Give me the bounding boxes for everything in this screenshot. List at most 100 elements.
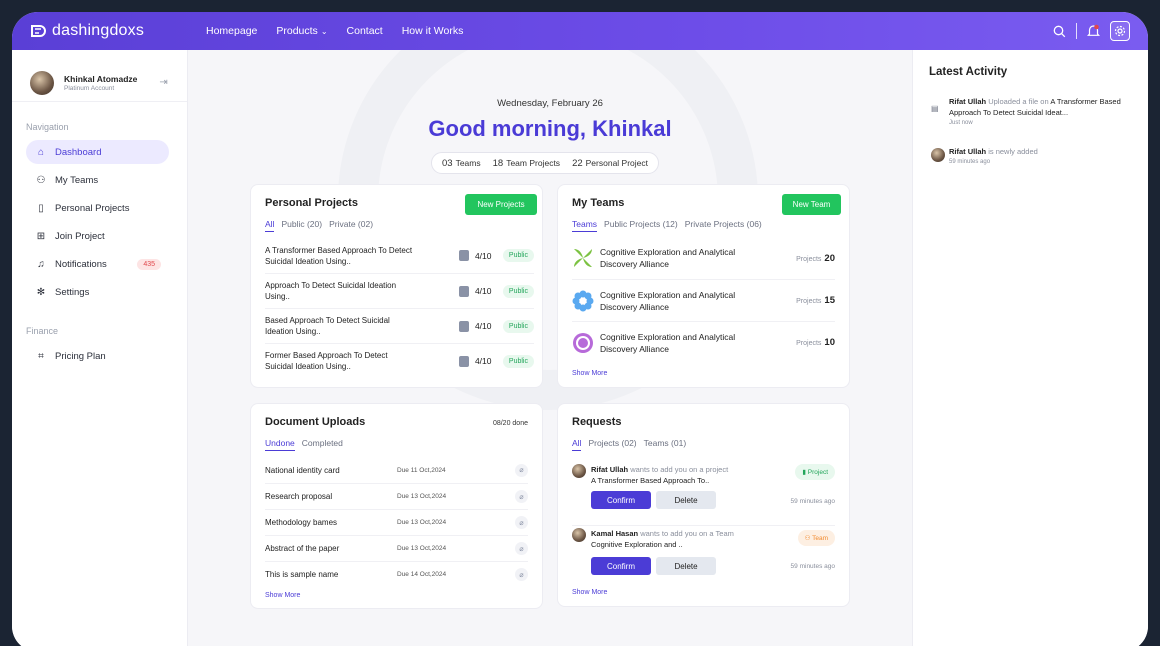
team-projects: Projects 15 — [796, 295, 835, 306]
tab-teams[interactable]: Teams (01) — [644, 438, 687, 451]
app-window: dashingdoxs Homepage Products ⌄ Contact H… — [12, 12, 1148, 646]
activity-item[interactable]: Rifat Ullah is newly added 59 minutes ago — [931, 146, 1134, 168]
avatar — [572, 464, 586, 478]
avatar — [931, 148, 945, 162]
panel-title: Latest Activity — [929, 66, 1008, 78]
card-title: Document Uploads — [265, 416, 366, 428]
sidebar-item-label: Settings — [55, 286, 90, 298]
requests-card: Requests All Projects (02) Teams (01) Ri… — [557, 403, 850, 607]
list-item[interactable]: Former Based Approach To Detect Suicidal… — [265, 343, 534, 378]
status-badge: Public — [502, 249, 534, 262]
sidebar-item-label: Join Project — [55, 230, 105, 242]
delete-button[interactable]: Delete — [656, 557, 716, 575]
document-icon — [458, 250, 469, 261]
tab-public-projects[interactable]: Public Projects (12) — [604, 219, 678, 232]
nav-homepage[interactable]: Homepage — [206, 25, 257, 37]
bell-icon[interactable] — [1087, 24, 1100, 38]
gear-icon: ✻ — [36, 286, 46, 298]
tab-all[interactable]: All — [265, 219, 275, 232]
logout-icon[interactable]: ⇥ — [159, 77, 167, 88]
list-item[interactable]: Cognitive Exploration and Analytical Dis… — [572, 321, 835, 363]
list-item[interactable]: Based Approach To Detect Suicidal Ideati… — [265, 308, 534, 343]
sidebar-item-notifications[interactable]: ♫ Notifications 435 — [26, 252, 169, 276]
list-item[interactable]: National identity card Due 11 Oct,2024 ⌀ — [265, 457, 528, 483]
sidebar-item-label: My Teams — [55, 174, 99, 186]
tab-private-projects[interactable]: Private Projects (06) — [685, 219, 762, 232]
sidebar-item-join-project[interactable]: ⊞ Join Project — [26, 224, 169, 248]
list-item[interactable]: Cognitive Exploration and Analytical Dis… — [572, 279, 835, 321]
delete-button[interactable]: Delete — [656, 491, 716, 509]
attach-icon[interactable]: ⌀ — [515, 568, 528, 581]
project-tag: ▮ Project — [795, 464, 835, 480]
sidebar-item-settings[interactable]: ✻ Settings — [26, 280, 169, 304]
attach-icon[interactable]: ⌀ — [515, 490, 528, 503]
list-item[interactable]: Research proposal Due 13 Oct,2024 ⌀ — [265, 483, 528, 509]
status-badge: Public — [502, 354, 534, 368]
settings-button[interactable] — [1110, 21, 1130, 41]
due-date: Due 13 Oct,2024 — [397, 545, 447, 552]
tab-all[interactable]: All — [572, 438, 582, 451]
show-more-link[interactable]: Show More — [572, 370, 607, 377]
brand-logo[interactable]: dashingdoxs — [30, 22, 206, 40]
activity-item[interactable]: ▤ Rifat Ullah Uploaded a file on A Trans… — [931, 96, 1134, 129]
team-tabs: Teams Public Projects (12) Private Proje… — [572, 219, 762, 232]
my-teams-card: My Teams New Team Teams Public Projects … — [557, 184, 850, 388]
list-item[interactable]: Cognitive Exploration and Analytical Dis… — [572, 237, 835, 279]
attach-icon[interactable]: ⌀ — [515, 542, 528, 555]
project-title: Former Based Approach To Detect Suicidal… — [265, 351, 388, 371]
avatar[interactable] — [30, 70, 54, 95]
show-more-link[interactable]: Show More — [265, 592, 300, 599]
sidebar-item-personal-projects[interactable]: ▯ Personal Projects — [26, 196, 169, 220]
sidebar-item-my-teams[interactable]: ⚇ My Teams — [26, 168, 169, 192]
list-item[interactable]: Methodology bames Due 13 Oct,2024 ⌀ — [265, 509, 528, 535]
due-date: Due 11 Oct,2024 — [397, 466, 446, 474]
stat-teams: 03 Teams — [442, 157, 481, 169]
attach-icon[interactable]: ⌀ — [515, 516, 528, 529]
nav-products[interactable]: Products ⌄ — [276, 25, 327, 37]
tab-projects[interactable]: Projects (02) — [588, 438, 636, 451]
tab-teams[interactable]: Teams — [572, 219, 598, 232]
due-date: Due 14 Oct,2024 — [397, 571, 447, 578]
home-icon: ⌂ — [37, 146, 45, 158]
tab-undone[interactable]: Undone — [265, 438, 295, 451]
nav-how-it-works[interactable]: How it Works — [402, 25, 464, 37]
list-item[interactable]: Abstract of the paper Due 13 Oct,2024 ⌀ — [265, 535, 528, 561]
project-tabs: All Public (20) Private (02) — [265, 219, 373, 232]
document-icon — [458, 355, 469, 367]
tab-completed[interactable]: Completed — [302, 438, 343, 451]
project-title: Based Approach To Detect Suicidal Ideati… — [265, 316, 390, 336]
tab-private[interactable]: Private (02) — [329, 219, 373, 232]
sidebar-item-dashboard[interactable]: ⌂ Dashboard — [26, 140, 169, 164]
request-tabs: All Projects (02) Teams (01) — [572, 438, 686, 451]
top-navbar: dashingdoxs Homepage Products ⌄ Contact H… — [12, 12, 1148, 50]
list-item[interactable]: This is sample name Due 14 Oct,2024 ⌀ — [265, 561, 528, 587]
show-more-link[interactable]: Show More — [572, 589, 607, 596]
confirm-button[interactable]: Confirm — [591, 557, 651, 575]
document-name: This is sample name — [265, 570, 339, 579]
confirm-button[interactable]: Confirm — [591, 491, 651, 509]
topbar-actions — [1053, 21, 1130, 41]
personal-projects-card: Personal Projects New Projects All Publi… — [250, 184, 543, 388]
list-item[interactable]: Approach To Detect Suicidal Ideation Usi… — [265, 273, 534, 308]
team-logo-icon — [574, 249, 592, 267]
activity-text: Rifat Ullah Uploaded a file on A Transfo… — [949, 97, 1121, 126]
gear-icon — [1114, 25, 1126, 37]
attach-icon[interactable]: ⌀ — [515, 463, 528, 477]
nav-contact[interactable]: Contact — [347, 25, 383, 37]
list-item[interactable]: A Transformer Based Approach To Detect S… — [265, 238, 534, 273]
search-icon[interactable] — [1053, 25, 1066, 38]
sidebar-item-pricing-plan[interactable]: ⌗ Pricing Plan — [26, 344, 169, 368]
project-title: Approach To Detect Suicidal Ideation Usi… — [265, 281, 397, 301]
document-icon — [458, 320, 469, 332]
user-profile: Khinkal Atomadze Platinum Account ⇥ — [12, 50, 187, 102]
new-projects-button[interactable]: New Projects — [465, 194, 537, 215]
greeting: Good morning, Khinkal — [428, 116, 672, 141]
team-logo-icon — [573, 332, 593, 353]
stat-personal-projects: 22 Personal Project — [572, 157, 649, 169]
tab-public[interactable]: Public (20) — [281, 219, 322, 232]
tag-icon: ⌗ — [38, 350, 44, 362]
new-team-button[interactable]: New Team — [782, 194, 841, 215]
team-projects: Projects 10 — [796, 337, 835, 348]
stat-team-projects: 18 Team Projects — [492, 157, 561, 169]
chevron-down-icon: ⌄ — [320, 27, 328, 36]
